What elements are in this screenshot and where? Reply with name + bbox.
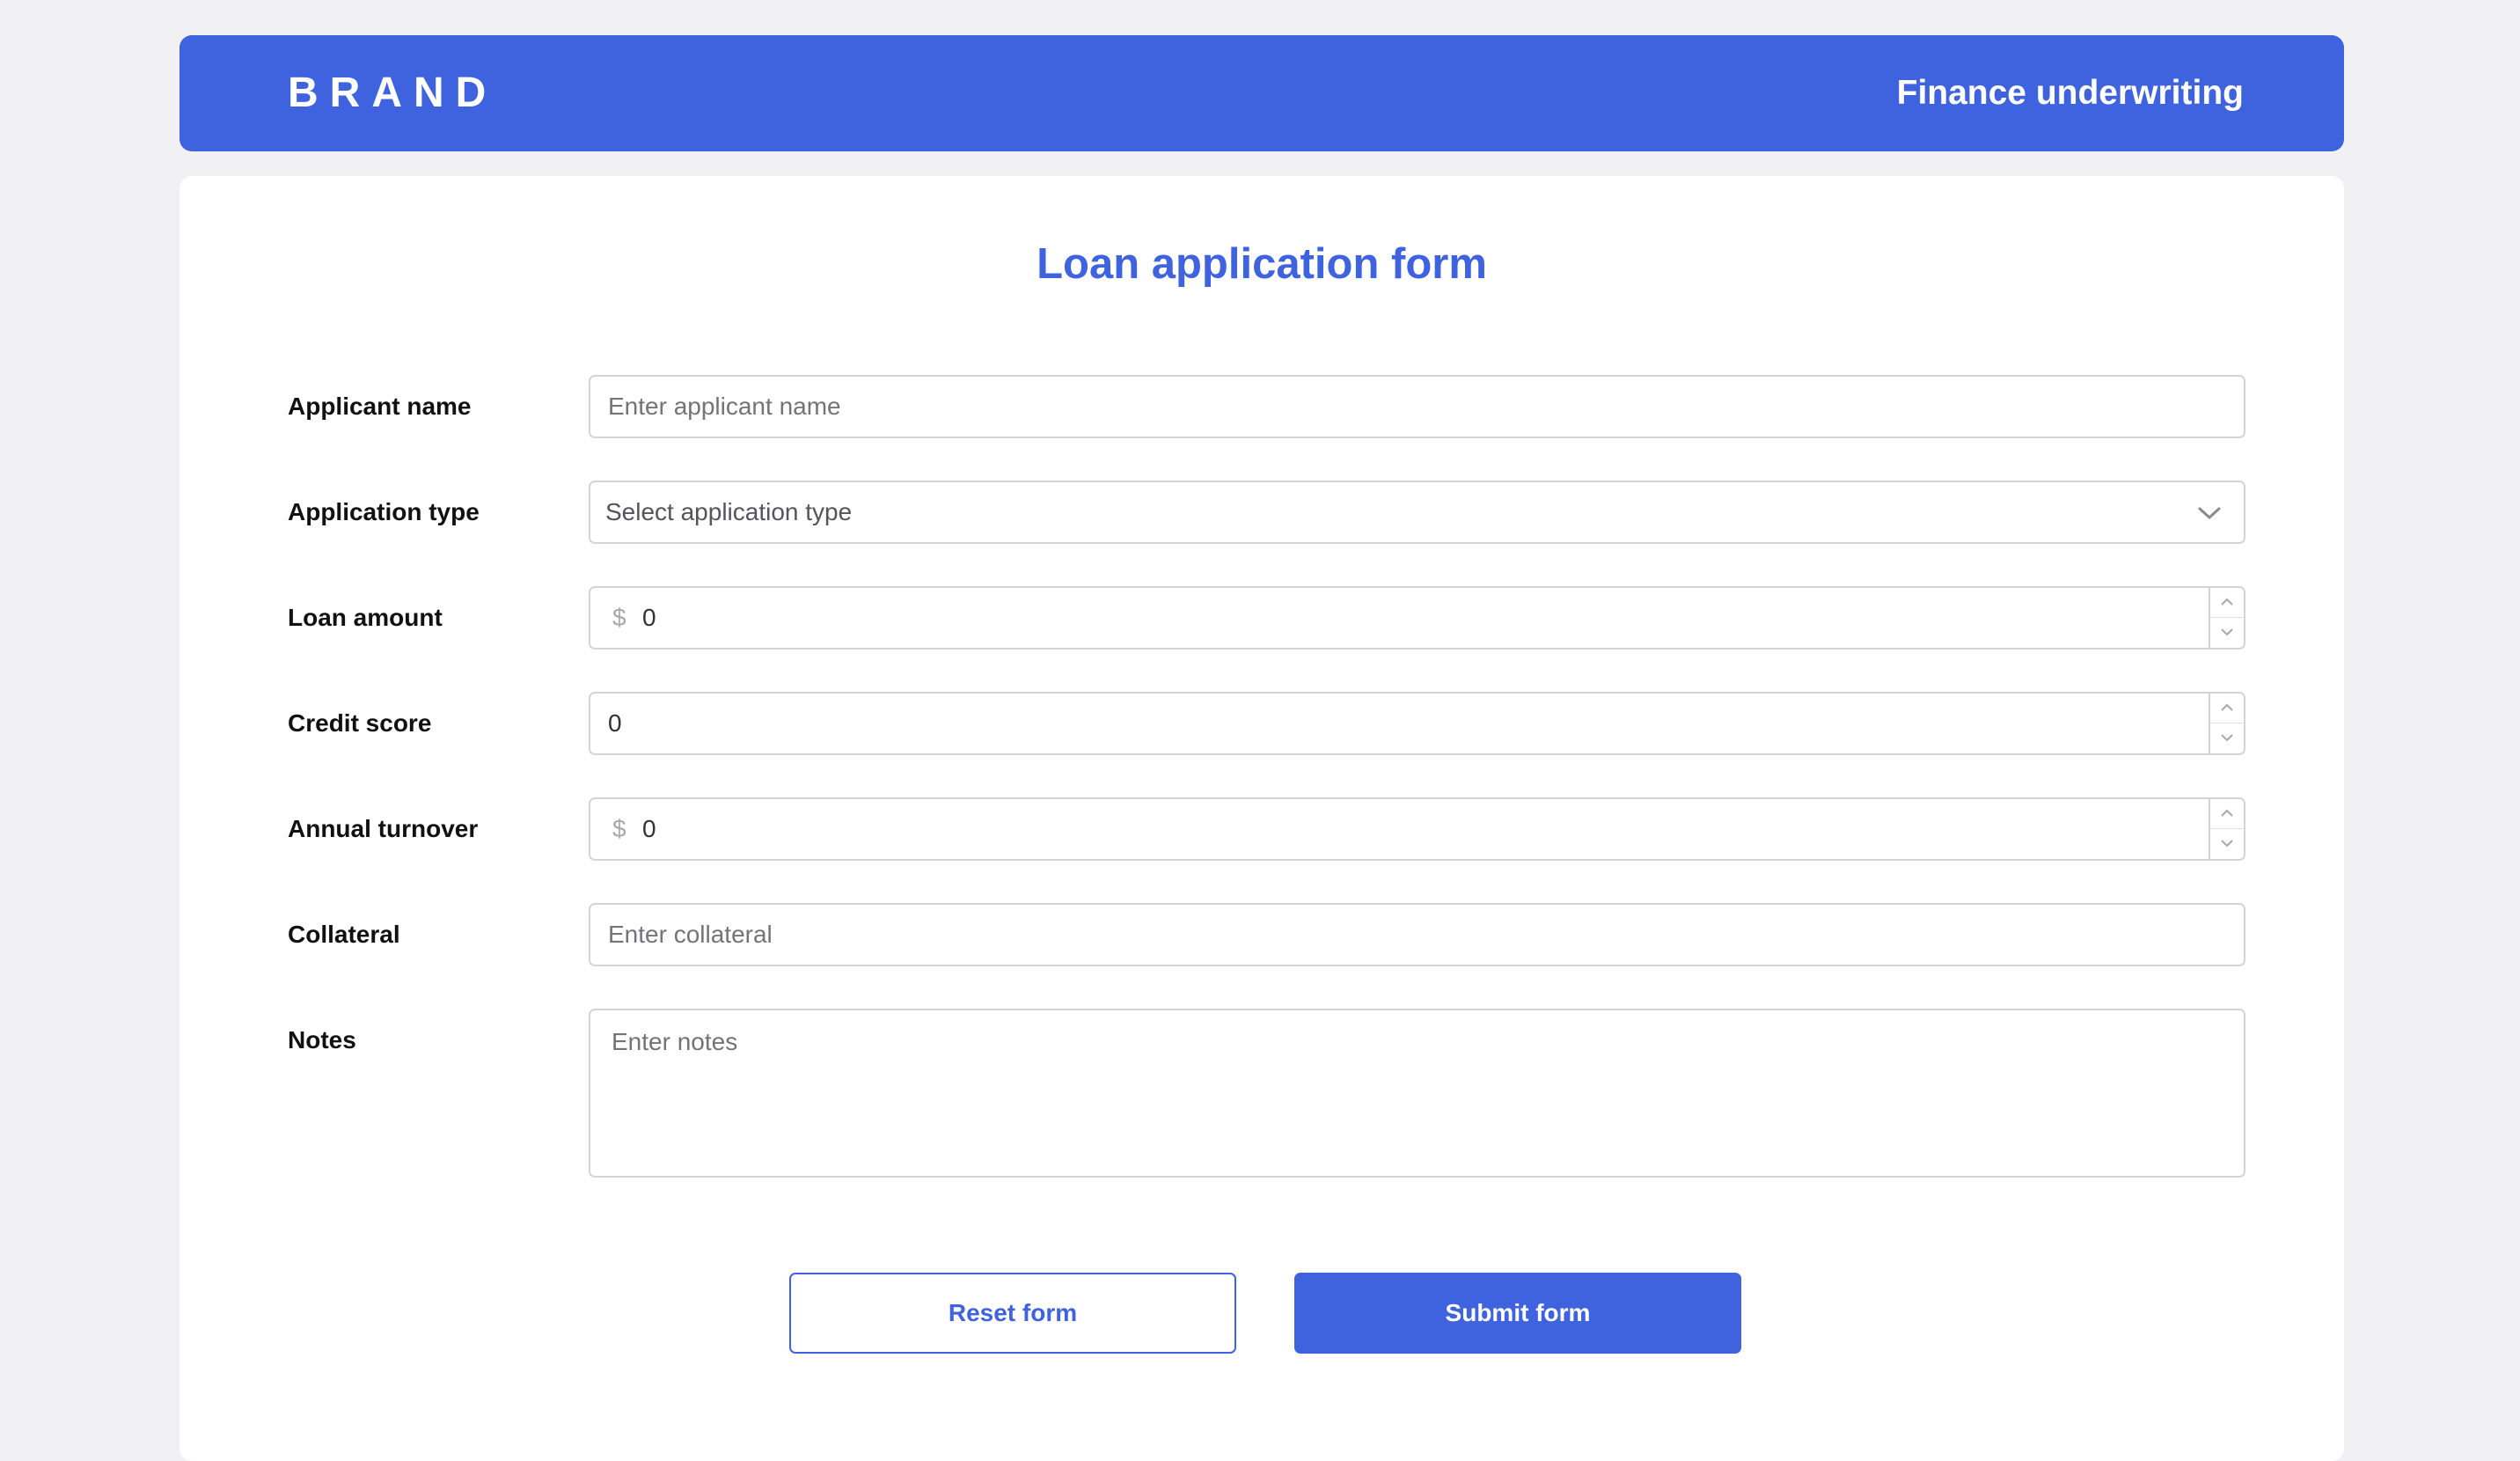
reset-form-button[interactable]: Reset form: [789, 1273, 1236, 1354]
collateral-label: Collateral: [288, 921, 400, 948]
applicant-name-field-box: [589, 375, 2245, 438]
credit-score-stepper: [2209, 694, 2244, 753]
annual-turnover-stepper: [2209, 799, 2244, 859]
application-type-label: Application type: [288, 498, 480, 525]
annual-turnover-field[interactable]: $ 0: [589, 797, 2245, 861]
submit-form-button[interactable]: Submit form: [1294, 1273, 1741, 1354]
chevron-up-icon: [2221, 703, 2233, 711]
collateral-input[interactable]: [608, 905, 2192, 965]
credit-score-increment[interactable]: [2210, 694, 2244, 723]
notes-label: Notes: [288, 1026, 356, 1054]
loan-amount-stepper: [2209, 588, 2244, 648]
row-loan-amount: Loan amount $ 0: [288, 586, 2245, 650]
chevron-down-icon: [2221, 840, 2233, 848]
annual-turnover-decrement[interactable]: [2210, 829, 2244, 859]
loan-amount-field[interactable]: $ 0: [589, 586, 2245, 650]
loan-amount-value[interactable]: 0: [642, 588, 656, 648]
annual-turnover-value[interactable]: 0: [642, 799, 656, 859]
loan-amount-increment[interactable]: [2210, 588, 2244, 618]
notes-textarea[interactable]: [612, 1026, 2222, 1158]
row-notes: Notes: [288, 1009, 2245, 1178]
row-credit-score: Credit score 0: [288, 692, 2245, 755]
notes-field-box: [589, 1009, 2245, 1178]
chevron-up-icon: [2221, 598, 2233, 606]
collateral-field-box: [589, 903, 2245, 966]
applicant-name-label: Applicant name: [288, 393, 472, 420]
form-title: Loan application form: [1037, 240, 1487, 288]
applicant-name-input[interactable]: [608, 377, 2192, 437]
header-title: Finance underwriting: [1896, 74, 2244, 112]
row-application-type: Application type Select application type: [288, 481, 2245, 544]
dollar-icon: $: [612, 815, 626, 842]
credit-score-field[interactable]: 0: [589, 692, 2245, 755]
annual-turnover-label: Annual turnover: [288, 815, 479, 842]
chevron-up-icon: [2221, 809, 2233, 817]
form-card: Loan application form Applicant name App…: [179, 176, 2344, 1461]
credit-score-decrement[interactable]: [2210, 723, 2244, 753]
application-type-select[interactable]: Select application type: [589, 481, 2245, 544]
chevron-down-icon: [2198, 507, 2221, 519]
app-header: BRAND Finance underwriting: [179, 35, 2344, 151]
row-collateral: Collateral: [288, 903, 2245, 966]
loan-amount-decrement[interactable]: [2210, 618, 2244, 648]
chevron-down-icon: [2221, 628, 2233, 636]
brand-logo[interactable]: BRAND: [288, 35, 497, 151]
application-type-selected: Select application type: [605, 498, 853, 525]
row-annual-turnover: Annual turnover $ 0: [288, 797, 2245, 861]
row-applicant-name: Applicant name: [288, 375, 2245, 438]
annual-turnover-increment[interactable]: [2210, 799, 2244, 829]
credit-score-value[interactable]: 0: [608, 694, 622, 753]
loan-amount-label: Loan amount: [288, 604, 443, 631]
credit-score-label: Credit score: [288, 709, 432, 737]
dollar-icon: $: [612, 604, 626, 631]
chevron-down-icon: [2221, 734, 2233, 742]
